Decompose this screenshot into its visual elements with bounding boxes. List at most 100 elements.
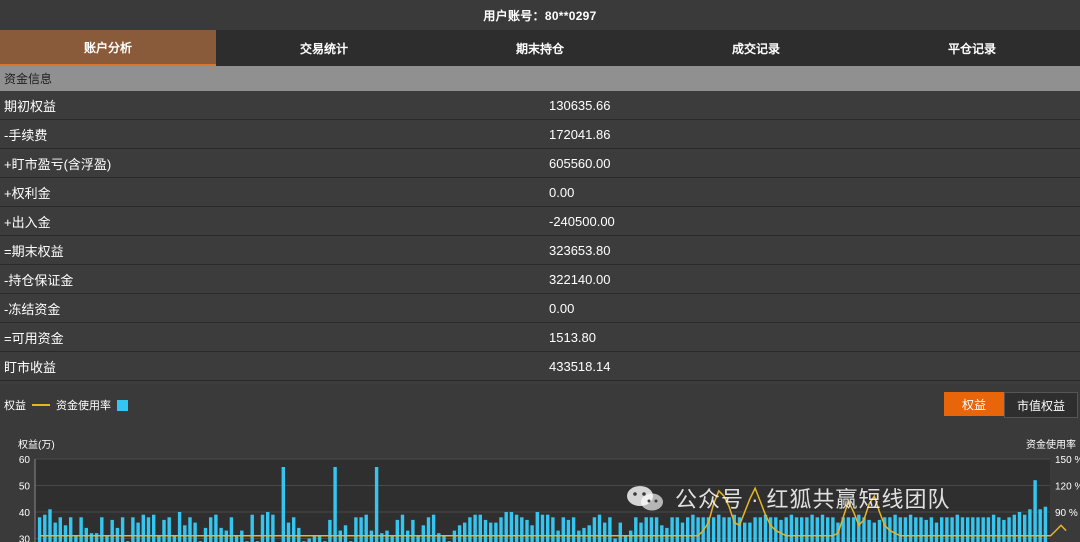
tab-deal-records[interactable]: 成交记录 [648, 30, 864, 66]
usage-bar [831, 517, 835, 542]
usage-bar [421, 525, 425, 542]
usage-bar [416, 535, 420, 542]
usage-bar [877, 519, 882, 542]
right-tick-label: 90 % [1055, 508, 1078, 519]
usage-bar [924, 519, 928, 542]
usage-bar [58, 517, 62, 542]
usage-bar [514, 514, 519, 542]
usage-bar [312, 535, 317, 542]
usage-bar [592, 517, 597, 542]
row-value: 0.00 [549, 300, 575, 316]
row-value: 605560.00 [549, 155, 611, 171]
row-value: 130635.66 [549, 97, 611, 113]
usage-bar [603, 522, 607, 542]
row-label: 盯市收益 [4, 359, 57, 375]
usage-bar [131, 517, 135, 542]
usage-bar [919, 517, 923, 542]
row-label: 期初权益 [4, 98, 57, 114]
usage-bar [820, 514, 825, 542]
usage-bar [981, 517, 985, 542]
usage-bar [971, 517, 975, 542]
tab-end-positions[interactable]: 期末持仓 [432, 30, 648, 66]
usage-bar [654, 517, 659, 542]
row-value: -240500.00 [549, 213, 615, 229]
usage-bar [743, 522, 747, 542]
watermark: 公众号 · 红狐共赢短线团队 [625, 482, 951, 514]
usage-bar [328, 519, 332, 542]
usage-bar [43, 514, 47, 542]
row-value: 323653.80 [549, 242, 611, 258]
usage-bar [955, 514, 959, 542]
usage-bar [499, 517, 503, 542]
usage-bar [183, 525, 187, 542]
tab-account-analysis[interactable]: 账户分析 [0, 30, 216, 66]
funds-table: 期初权益 130635.66 -手续费 172041.86 +盯市盈亏(含浮盈) 60… [0, 91, 1080, 381]
usage-bar [494, 522, 498, 542]
usage-bar [686, 517, 690, 542]
usage-bar [711, 517, 716, 542]
usage-bar [286, 522, 291, 542]
table-row: -手续费 172041.86 [0, 120, 1080, 149]
usage-bar [618, 522, 622, 542]
usage-bar [177, 512, 182, 542]
usage-bar [141, 514, 145, 542]
table-row: =期末权益 323653.80 [0, 236, 1080, 265]
usage-bar [317, 535, 322, 542]
usage-bar [789, 514, 794, 542]
chart-plot: 60 50 40 30 150 % 120 % 90 % [19, 455, 1080, 542]
tab-trade-stats[interactable]: 交易统计 [216, 30, 432, 66]
row-label: =可用资金 [4, 330, 64, 346]
usage-bar [991, 514, 996, 542]
usage-bar [525, 519, 529, 542]
usage-bar [851, 517, 856, 542]
row-label: =期末权益 [4, 243, 64, 259]
usage-bar [608, 517, 612, 542]
usage-bar [271, 514, 275, 542]
usage-bar [986, 517, 991, 542]
usage-bar [193, 522, 197, 542]
usage-bar [649, 517, 654, 542]
usage-bar [437, 533, 441, 542]
usage-bar [266, 512, 270, 542]
usage-bar [1007, 517, 1011, 542]
usage-bar [426, 517, 431, 542]
usage-bar [940, 517, 944, 542]
usage-bar [380, 533, 384, 542]
usage-bar [872, 522, 876, 542]
usage-bar [359, 517, 363, 542]
row-value: 172041.86 [549, 126, 611, 142]
usage-bar [680, 522, 685, 542]
usage-bar [457, 525, 462, 542]
usage-bar [660, 525, 664, 542]
usage-bar [463, 522, 467, 542]
usage-bar [292, 517, 296, 542]
usage-bar [815, 517, 819, 542]
usage-bar [229, 517, 234, 542]
usage-bar [172, 535, 177, 542]
table-row: -持仓保证金 322140.00 [0, 265, 1080, 294]
usage-bar [136, 522, 140, 542]
table-row: =可用资金 1513.80 [0, 323, 1080, 352]
usage-bar [623, 535, 628, 542]
usage-bar [478, 514, 482, 542]
usage-bar [561, 517, 565, 542]
usage-bar [846, 517, 851, 542]
usage-bar [857, 514, 861, 542]
usage-bar [644, 517, 648, 542]
right-tick-label: 150 % [1055, 455, 1080, 466]
usage-bar [546, 514, 550, 542]
usage-bar [297, 527, 301, 542]
usage-bar [260, 514, 265, 542]
tab-close-records[interactable]: 平仓记录 [864, 30, 1080, 66]
row-label: +权利金 [4, 185, 51, 201]
usage-bar [115, 527, 120, 542]
equity-chart: 权益 资金使用率 权益 市值权益 权益(万) 资金使用率 60 50 40 30 150… [0, 384, 1080, 542]
usage-bar [826, 517, 830, 542]
usage-bar [960, 517, 965, 542]
usage-bar [722, 517, 726, 542]
row-value: 0.00 [549, 184, 575, 200]
usage-bar [893, 514, 897, 542]
tab-bar: 账户分析 交易统计 期末持仓 成交记录 平仓记录 [0, 30, 1080, 66]
usage-bar [234, 535, 239, 542]
usage-bar [800, 517, 804, 542]
